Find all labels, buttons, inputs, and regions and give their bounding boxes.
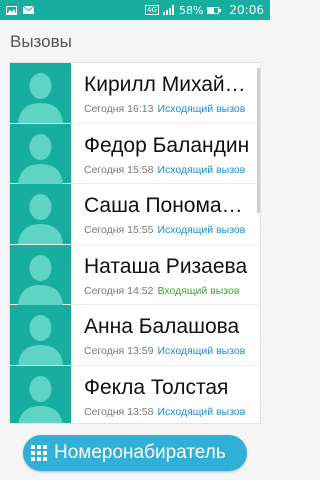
call-meta: Сегодня 15:55 Исходящий вызов <box>84 224 260 236</box>
app-header: Вызовы <box>0 20 270 62</box>
signal-icon <box>162 5 174 15</box>
call-log-row[interactable]: Наташа Ризаева Сегодня 14:52 Входящий вызо… <box>10 244 260 305</box>
call-time: Сегодня 13:59 <box>84 345 154 357</box>
person-icon <box>18 73 63 123</box>
call-log-row[interactable]: Фекла Толстая Сегодня 13:58 Исходящий вызо… <box>10 365 260 424</box>
avatar[interactable] <box>10 63 71 123</box>
call-time: Сегодня 16:13 <box>84 103 154 115</box>
call-type: Исходящий вызов <box>157 224 246 236</box>
call-info: Наташа Ризаева Сегодня 14:52 Входящий вызо… <box>71 245 260 305</box>
call-type: Исходящий вызов <box>157 163 246 176</box>
call-meta: Сегодня 13:59 Исходящий вызов <box>84 345 260 357</box>
mail-icon <box>23 6 34 14</box>
call-meta: Сегодня 13:58 Исходящий вызов <box>84 406 260 418</box>
call-info: Фекла Толстая Сегодня 13:58 Исходящий вызо… <box>71 366 260 424</box>
avatar[interactable] <box>10 365 71 423</box>
status-bar: 4G 58% 20:06 <box>0 0 270 20</box>
person-icon <box>18 375 63 423</box>
person-icon <box>18 254 63 305</box>
avatar[interactable] <box>10 305 71 365</box>
page-title: Вызовы <box>10 32 72 51</box>
call-type: Исходящий вызов <box>157 405 246 418</box>
call-log-row[interactable]: Кирилл Михайлов Сегодня 16:13 Исходящий вы… <box>10 63 260 124</box>
call-info: Саша Пономарев Сегодня 15:55 Исходящий выз… <box>71 184 260 244</box>
clock: 20:06 <box>229 3 264 17</box>
call-meta: Сегодня 15:58 Исходящий вызов <box>84 164 260 176</box>
call-log-row[interactable]: Саша Пономарев Сегодня 15:55 Исходящий выз… <box>10 184 260 245</box>
battery-percent: 58% <box>178 3 204 17</box>
lte-icon: 4G <box>145 5 159 15</box>
call-time: Сегодня 13:58 <box>84 405 154 418</box>
call-meta: Сегодня 16:13 Исходящий вызов <box>84 103 260 115</box>
call-log-row[interactable]: Анна Балашова Сегодня 13:59 Исходящий вызо… <box>10 305 260 366</box>
call-type: Входящий вызов <box>157 284 240 297</box>
call-info: Федор Баландин Сегодня 15:58 Исходящий выз… <box>71 124 260 184</box>
contact-name: Фекла Толстая <box>84 375 229 399</box>
call-time: Сегодня 15:55 <box>84 224 154 236</box>
call-type: Исходящий вызов <box>157 345 246 357</box>
dialer-button[interactable]: Номеронабиратель <box>23 435 247 471</box>
scrollbar[interactable] <box>257 68 260 213</box>
call-log-row[interactable]: Федор Баландин Сегодня 15:58 Исходящий выз… <box>10 123 260 184</box>
contact-name: Саша Пономарев <box>84 194 254 217</box>
person-icon <box>18 133 63 184</box>
call-info: Кирилл Михайлов Сегодня 16:13 Исходящий вы… <box>71 63 260 123</box>
photo-icon <box>6 5 17 15</box>
avatar[interactable] <box>10 244 71 305</box>
avatar[interactable] <box>10 184 71 244</box>
avatar[interactable] <box>10 123 71 184</box>
call-time: Сегодня 15:58 <box>84 163 154 176</box>
contact-name: Анна Балашова <box>84 315 240 338</box>
dialpad-icon <box>30 444 48 462</box>
call-meta: Сегодня 14:52 Входящий вызов <box>84 285 260 297</box>
person-icon <box>18 194 63 244</box>
call-time: Сегодня 14:52 <box>84 284 154 297</box>
call-log-list[interactable]: Кирилл Михайлов Сегодня 16:13 Исходящий вы… <box>9 62 261 424</box>
person-icon <box>18 315 63 365</box>
contact-name: Федор Баландин <box>84 133 250 157</box>
contact-name: Наташа Ризаева <box>84 254 248 278</box>
contact-name: Кирилл Михайлов <box>84 73 254 96</box>
dialer-label: Номеронабиратель <box>54 442 226 463</box>
battery-icon <box>207 6 222 14</box>
call-type: Исходящий вызов <box>157 103 246 115</box>
call-info: Анна Балашова Сегодня 13:59 Исходящий вызо… <box>71 305 260 365</box>
